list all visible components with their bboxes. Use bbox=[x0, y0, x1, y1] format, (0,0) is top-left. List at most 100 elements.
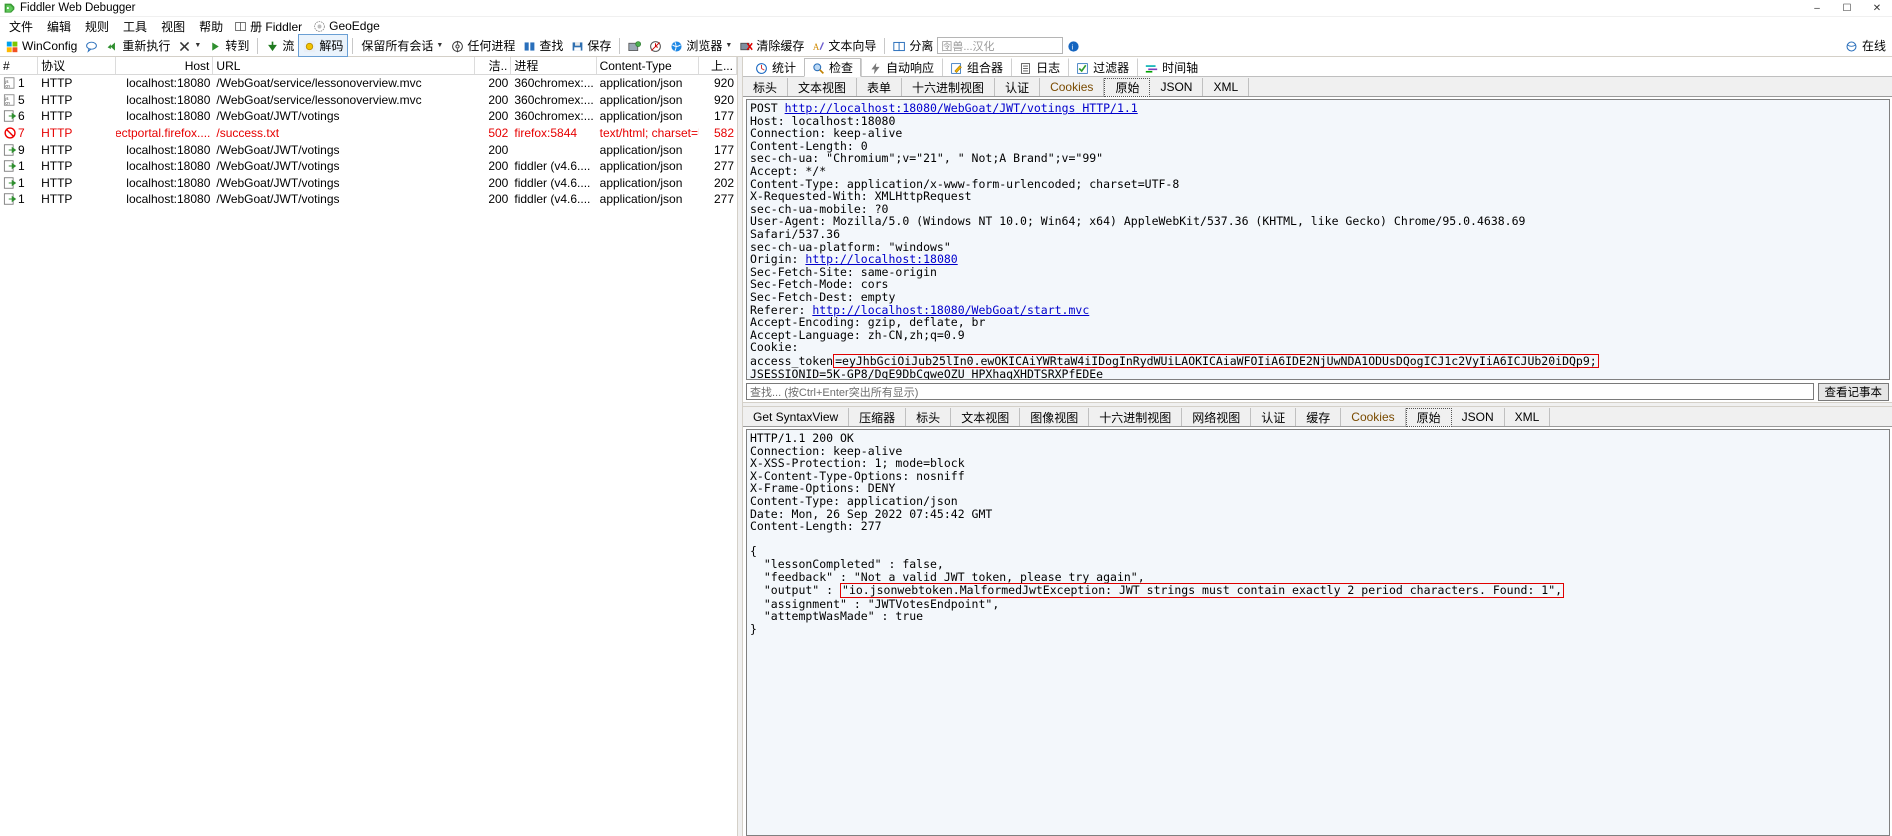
sessions-list[interactable]: # 协议 Host URL 洁.. 进程 Content-Type 上... js cn 1 HTT… bbox=[0, 57, 737, 836]
clear-cache-button[interactable]: 清除缓存 bbox=[736, 35, 808, 56]
referer-url-link[interactable]: http://localhost:18080/WebGoat/start.mvc bbox=[812, 303, 1089, 317]
response-tab-Get SyntaxView[interactable]: Get SyntaxView bbox=[743, 408, 850, 426]
text-wizard-button[interactable]: A 文本向导 bbox=[808, 35, 880, 56]
response-tab-标头[interactable]: 标头 bbox=[906, 408, 952, 426]
cell-protocol: HTTP bbox=[41, 192, 73, 207]
chevron-down-icon: ▼ bbox=[194, 42, 202, 49]
request-tab-原始[interactable]: 原始 bbox=[1104, 78, 1151, 97]
response-tab-网络视图[interactable]: 网络视图 bbox=[1182, 408, 1252, 426]
cell-body: 582 bbox=[713, 126, 734, 141]
find-button[interactable]: 查找 bbox=[519, 35, 567, 56]
request-tabs[interactable]: 标头 文本视图 表单 十六进制视图 认证 Cookies 原始 JSON XML bbox=[743, 77, 1892, 97]
response-tab-认证[interactable]: 认证 bbox=[1251, 408, 1297, 426]
replay-button[interactable]: 重新执行 bbox=[102, 35, 174, 56]
menu-rules[interactable]: 规则 bbox=[78, 17, 116, 36]
request-url-link[interactable]: http://localhost:18080/WebGoat/JWT/votin… bbox=[785, 101, 1076, 115]
maximize-button[interactable]: ☐ bbox=[1832, 0, 1862, 16]
cell-host: localhost:18080 bbox=[126, 192, 211, 207]
response-tab-Cookies[interactable]: Cookies bbox=[1341, 408, 1406, 426]
menu-book-fiddler[interactable]: 册 Fiddler bbox=[230, 17, 309, 36]
save-icon bbox=[571, 38, 584, 52]
column-header-content_type[interactable]: Content-Type bbox=[597, 57, 699, 74]
cell-url: /WebGoat/service/lessonoverview.mvc bbox=[216, 92, 422, 107]
goto-button[interactable]: 转到 bbox=[205, 35, 253, 56]
browser-button[interactable]: 浏览器 ▼ bbox=[666, 35, 736, 56]
table-row[interactable]: 9 HTTP localhost:18080/WebGoat/JWT/votings… bbox=[0, 141, 737, 158]
column-header-url[interactable]: URL bbox=[213, 57, 476, 74]
request-tab-JSON[interactable]: JSON bbox=[1150, 78, 1204, 96]
screenshot-button[interactable] bbox=[624, 35, 645, 56]
winconfig-button[interactable]: WinConfig bbox=[2, 35, 81, 56]
stream-button[interactable]: 流 bbox=[262, 35, 298, 56]
timer-button[interactable] bbox=[645, 35, 666, 56]
response-tabs[interactable]: Get SyntaxView 压缩器 标头 文本视图 图像视图 十六进制视图 网络视图 认证缓… bbox=[743, 407, 1892, 427]
tab-组合器[interactable]: 组合器 bbox=[942, 58, 1011, 76]
menu-help[interactable]: 帮助 bbox=[192, 17, 230, 36]
table-row[interactable]: 1 HTTP localhost:18080/WebGoat/JWT/votings… bbox=[0, 158, 737, 175]
decode-button[interactable]: 解码 bbox=[298, 34, 349, 57]
table-row[interactable]: 1 HTTP localhost:18080/WebGoat/JWT/votings… bbox=[0, 175, 737, 192]
minimize-button[interactable]: – bbox=[1802, 0, 1832, 16]
response-tab-压缩器[interactable]: 压缩器 bbox=[849, 408, 907, 426]
help-button[interactable]: i bbox=[1063, 35, 1084, 56]
table-row[interactable]: 1 HTTP localhost:18080/WebGoat/JWT/votings… bbox=[0, 191, 737, 208]
cell-content_type: application/json bbox=[599, 159, 683, 174]
table-row[interactable]: 6 HTTP localhost:18080/WebGoat/JWT/votings… bbox=[0, 108, 737, 125]
table-row[interactable]: js cn 5 HTTP localhost:18080/WebGoat/service… bbox=[0, 92, 737, 109]
column-header-body[interactable]: 上... bbox=[699, 57, 737, 74]
response-tab-缓存[interactable]: 缓存 bbox=[1296, 408, 1342, 426]
cell-host: localhost:18080 bbox=[126, 142, 211, 157]
find-input[interactable]: 查找... (按Ctrl+Enter突出所有显示) bbox=[746, 383, 1814, 400]
table-row[interactable]: js cn 1 HTTP localhost:18080/WebGoat/service… bbox=[0, 75, 737, 92]
view-in-notepad-button[interactable]: 查看记事本 bbox=[1817, 382, 1889, 401]
inspector-top-tabs[interactable]: 统计 检查 自动响应 组合器 日志 过滤器 时间轴 bbox=[743, 57, 1892, 77]
tab-过滤器[interactable]: 过滤器 bbox=[1068, 58, 1137, 76]
close-button[interactable]: ✕ bbox=[1862, 0, 1892, 16]
column-header-process[interactable]: 进程 bbox=[511, 57, 597, 74]
request-tab-表单[interactable]: 表单 bbox=[857, 78, 903, 96]
cell-process: 360chromex:... bbox=[514, 92, 594, 107]
menu-edit[interactable]: 编辑 bbox=[40, 17, 78, 36]
request-tab-文本视图[interactable]: 文本视图 bbox=[788, 78, 858, 96]
response-tab-文本视图[interactable]: 文本视图 bbox=[951, 408, 1021, 426]
column-header-host[interactable]: Host bbox=[116, 57, 214, 74]
tab-自动响应[interactable]: 自动响应 bbox=[861, 58, 942, 76]
keep-all-sessions-label: 保留所有会话 bbox=[361, 39, 434, 53]
cell-body: 177 bbox=[713, 142, 734, 157]
response-tab-十六进制视图[interactable]: 十六进制视图 bbox=[1089, 408, 1183, 426]
detach-button[interactable]: 分离 bbox=[889, 35, 937, 56]
stats-icon bbox=[755, 60, 768, 74]
request-tab-XML[interactable]: XML bbox=[1203, 78, 1250, 96]
request-tab-十六进制视图[interactable]: 十六进制视图 bbox=[902, 78, 996, 96]
origin-url-link[interactable]: http://localhost:18080 bbox=[805, 252, 957, 266]
column-header-num[interactable]: # bbox=[0, 57, 39, 74]
response-tab-原始[interactable]: 原始 bbox=[1405, 408, 1452, 427]
response-tab-XML[interactable]: XML bbox=[1505, 408, 1551, 426]
comment-button[interactable] bbox=[81, 35, 102, 56]
column-header-protocol[interactable]: 协议 bbox=[38, 57, 116, 74]
response-tab-图像视图[interactable]: 图像视图 bbox=[1020, 408, 1090, 426]
tab-统计[interactable]: 统计 bbox=[747, 58, 804, 76]
response-tab-JSON[interactable]: JSON bbox=[1452, 408, 1505, 426]
menu-view[interactable]: 视图 bbox=[154, 17, 192, 36]
column-header-result[interactable]: 洁.. bbox=[475, 57, 512, 74]
request-tab-Cookies[interactable]: Cookies bbox=[1040, 78, 1105, 96]
toolbar-filter-input[interactable]: 囹兽...汉化 bbox=[937, 37, 1064, 54]
response-raw-view[interactable]: HTTP/1.1 200 OK Connection: keep-alive X… bbox=[746, 429, 1890, 836]
save-button[interactable]: 保存 bbox=[567, 35, 615, 56]
tab-日志[interactable]: 日志 bbox=[1011, 58, 1068, 76]
request-tab-认证[interactable]: 认证 bbox=[995, 78, 1041, 96]
remove-button[interactable]: ▼ bbox=[174, 35, 205, 56]
menu-geoedge[interactable]: GeoEdge bbox=[309, 18, 387, 34]
book-icon bbox=[234, 19, 247, 33]
tab-时间轴[interactable]: 时间轴 bbox=[1137, 58, 1206, 76]
any-process-button[interactable]: 任何进程 bbox=[447, 35, 519, 56]
request-tab-标头[interactable]: 标头 bbox=[743, 78, 789, 96]
sessions-rows[interactable]: js cn 1 HTTP localhost:18080/WebGoat/service… bbox=[0, 75, 737, 836]
table-row[interactable]: 7 HTTP detectportal.firefox.... /success.tx… bbox=[0, 125, 737, 142]
menu-file[interactable]: 文件 bbox=[2, 17, 40, 36]
menu-tools[interactable]: 工具 bbox=[116, 17, 154, 36]
request-raw-view[interactable]: POST http://localhost:18080/WebGoat/JWT/… bbox=[746, 99, 1890, 380]
keep-all-sessions-button[interactable]: 保留所有会话 ▼ bbox=[357, 35, 447, 56]
tab-检查[interactable]: 检查 bbox=[804, 58, 862, 77]
